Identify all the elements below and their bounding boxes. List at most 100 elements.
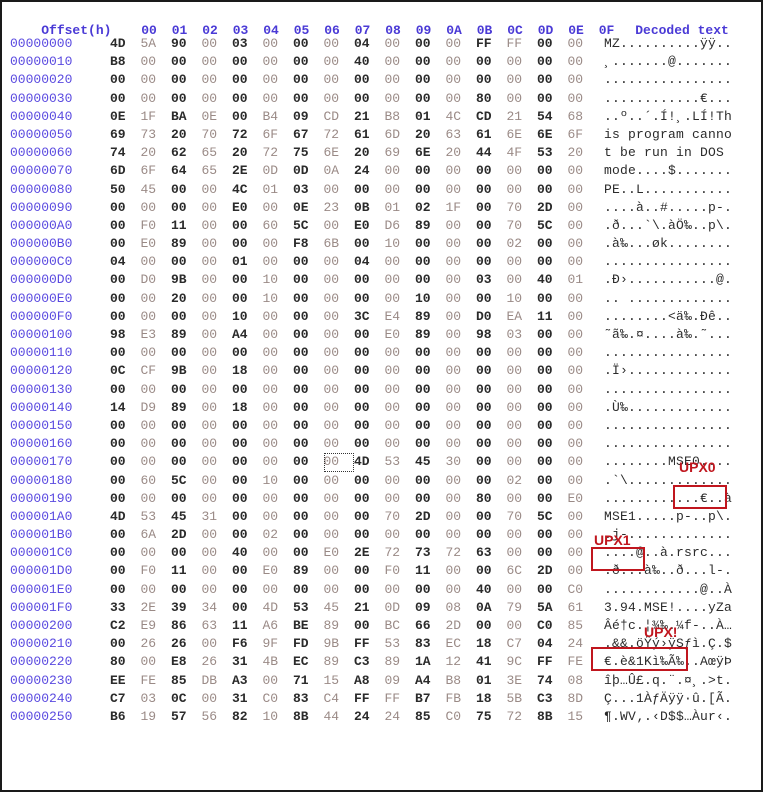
byte-cell[interactable]: 4C [232,181,263,199]
byte-cell[interactable]: 00 [202,344,233,362]
byte-cell[interactable]: 00 [293,35,324,53]
byte-cell[interactable]: 00 [141,71,172,89]
byte-cell[interactable]: 00 [110,235,141,253]
byte-cell[interactable]: 6F [568,126,599,144]
byte-cell[interactable]: 00 [141,581,172,599]
byte-cell[interactable]: 00 [354,290,385,308]
decoded-text[interactable]: t be run in DOS [604,144,732,162]
byte-cell[interactable]: C7 [110,690,141,708]
byte-cell[interactable]: 11 [415,562,446,580]
byte-cell[interactable]: 80 [476,90,507,108]
byte-cell[interactable]: 00 [263,53,294,71]
byte-cell[interactable]: 0B [354,199,385,217]
byte-cell[interactable]: 04 [354,35,385,53]
byte-cell[interactable]: 00 [385,290,416,308]
byte-cell[interactable]: 00 [354,435,385,453]
byte-cell[interactable]: B7 [415,690,446,708]
byte-cell[interactable]: 4B [263,653,294,671]
byte-cell[interactable]: 10 [263,271,294,289]
byte-cell[interactable]: 00 [415,526,446,544]
byte-cell[interactable]: 6E [415,144,446,162]
byte-cell[interactable]: 02 [263,526,294,544]
byte-cell[interactable]: 00 [385,162,416,180]
byte-cell[interactable]: 00 [293,271,324,289]
byte-cell[interactable]: A4 [232,326,263,344]
byte-cell[interactable]: 00 [202,217,233,235]
byte-cell[interactable]: 21 [507,108,538,126]
byte-cell[interactable]: 6F [263,126,294,144]
byte-cell[interactable]: EC [293,653,324,671]
byte-cell[interactable]: 90 [171,35,202,53]
byte-cell[interactable]: 00 [202,53,233,71]
byte-cell[interactable]: 00 [446,271,477,289]
byte-cell[interactable]: 00 [110,417,141,435]
byte-cell[interactable]: 00 [507,362,538,380]
byte-cell[interactable]: 00 [537,381,568,399]
byte-cell[interactable]: 1F [446,199,477,217]
byte-cell[interactable]: 00 [293,526,324,544]
byte-cell[interactable]: 00 [568,326,599,344]
byte-cell[interactable]: 4F [507,144,538,162]
byte-cell[interactable]: 00 [385,181,416,199]
byte-cell[interactable]: 00 [537,326,568,344]
byte-cell[interactable]: 00 [263,35,294,53]
byte-cell[interactable]: 00 [202,690,233,708]
byte-cell[interactable]: 8D [568,690,599,708]
byte-cell[interactable]: 89 [415,308,446,326]
byte-cell[interactable]: 00 [537,344,568,362]
byte-cell[interactable]: 00 [507,181,538,199]
byte-cell[interactable]: 53 [141,508,172,526]
byte-cell[interactable]: 00 [324,271,355,289]
byte-cell[interactable]: 00 [507,417,538,435]
byte-cell[interactable]: 00 [385,362,416,380]
byte-cell[interactable]: 00 [171,181,202,199]
byte-cell[interactable]: 00 [568,162,599,180]
byte-cell[interactable]: 00 [354,490,385,508]
byte-cell[interactable]: 53 [385,635,416,653]
byte-cell[interactable]: 69 [385,144,416,162]
byte-cell[interactable]: 00 [171,199,202,217]
byte-cell[interactable]: 00 [476,53,507,71]
byte-cell[interactable]: 9B [324,635,355,653]
byte-cell[interactable]: 89 [171,235,202,253]
byte-cell[interactable]: 00 [568,417,599,435]
byte-cell[interactable]: 00 [507,453,538,471]
byte-cell[interactable]: 45 [324,599,355,617]
byte-cell[interactable]: BA [171,108,202,126]
byte-cell[interactable]: 00 [476,253,507,271]
byte-cell[interactable]: 00 [141,199,172,217]
byte-cell[interactable]: FF [507,35,538,53]
byte-cell[interactable]: 00 [293,544,324,562]
byte-cell[interactable]: 00 [202,435,233,453]
byte-cell[interactable]: 00 [385,399,416,417]
byte-cell[interactable]: 00 [446,90,477,108]
byte-cell[interactable]: 00 [232,435,263,453]
byte-cell[interactable]: 4D [110,35,141,53]
byte-cell[interactable]: 89 [171,326,202,344]
byte-cell[interactable]: 00 [293,435,324,453]
byte-cell[interactable]: 00 [263,253,294,271]
byte-cell[interactable]: 66 [415,617,446,635]
byte-cell[interactable]: 00 [568,362,599,380]
byte-cell[interactable]: 71 [293,672,324,690]
byte-cell[interactable]: 00 [537,181,568,199]
byte-cell[interactable]: 00 [568,181,599,199]
byte-cell[interactable]: 5C [171,472,202,490]
byte-cell[interactable]: 00 [324,417,355,435]
byte-cell[interactable]: 6D [385,126,416,144]
byte-cell[interactable]: 00 [415,472,446,490]
byte-cell[interactable]: 00 [354,617,385,635]
byte-cell[interactable]: 20 [141,144,172,162]
byte-cell[interactable]: 2E [354,544,385,562]
byte-cell[interactable]: 5C [537,508,568,526]
byte-cell[interactable]: 01 [385,199,416,217]
byte-cell[interactable]: 00 [537,417,568,435]
byte-cell[interactable]: FF [354,690,385,708]
byte-cell[interactable]: 01 [232,253,263,271]
byte-cell[interactable]: 00 [110,290,141,308]
byte-cell[interactable]: 00 [354,90,385,108]
byte-cell[interactable]: 00 [232,581,263,599]
byte-cell[interactable]: 00 [232,526,263,544]
byte-cell[interactable]: 00 [568,217,599,235]
byte-cell[interactable]: 00 [110,90,141,108]
